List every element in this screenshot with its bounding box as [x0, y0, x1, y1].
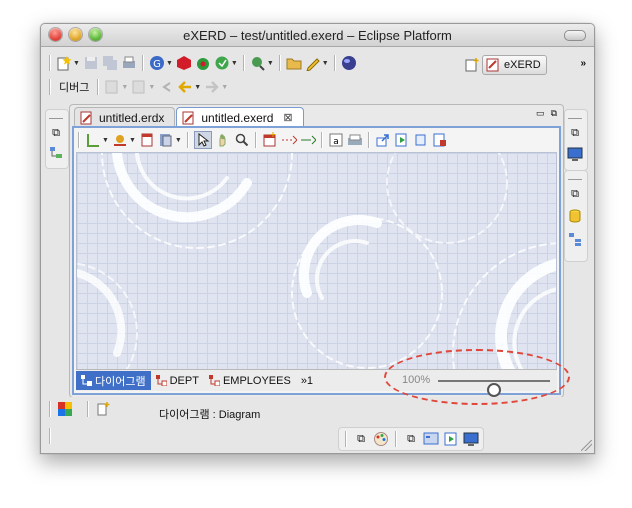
bottom-tab-diagram[interactable]: 다이어그램	[76, 371, 151, 390]
tab-overflow-button[interactable]: »1	[296, 371, 318, 390]
database-icon[interactable]	[567, 208, 583, 224]
svg-text:a: a	[333, 137, 339, 147]
right-trim-stack-top: ⧉	[564, 109, 588, 171]
restore-icon[interactable]: ⧉	[567, 125, 583, 141]
status-message: 다이어그램 : Diagram	[159, 409, 261, 421]
file-edit-icon	[79, 110, 95, 126]
bottom-tab-label: 다이어그램	[95, 375, 146, 388]
back-icon[interactable]	[177, 79, 193, 95]
palette-icon[interactable]	[373, 431, 389, 447]
file-edit-icon	[181, 110, 197, 126]
save-icon[interactable]	[83, 55, 99, 71]
pointer-icon[interactable]	[193, 131, 212, 149]
restore-icon[interactable]: ⧉	[353, 431, 369, 447]
run-view-icon[interactable]	[443, 431, 459, 447]
monitor-icon[interactable]	[463, 431, 479, 447]
tab-label: untitled.exerd	[201, 110, 274, 125]
fast-view-bar: ⧉ ⧉	[338, 427, 484, 451]
bottom-tab-employees[interactable]: EMPLOYEES	[204, 371, 296, 390]
editor-window-controls: ▭ ⧉	[536, 108, 557, 119]
debug-icon[interactable]	[195, 55, 211, 71]
google-icon[interactable]	[57, 401, 73, 417]
perspective-label: eXERD	[504, 59, 541, 71]
zoom-highlight-annotation	[384, 349, 570, 405]
save-all-icon[interactable]	[102, 55, 118, 71]
script-icon[interactable]	[413, 132, 429, 148]
title-bar: eXERD – test/untitled.exerd – Eclipse Pl…	[41, 24, 594, 47]
perspective-bar: eXERD	[464, 55, 547, 75]
pencil-icon[interactable]	[305, 55, 321, 71]
minimize-editor-icon[interactable]: ▭	[536, 108, 545, 119]
restore-icon[interactable]: ⧉	[48, 125, 64, 141]
external-tools-icon[interactable]	[214, 55, 230, 71]
tab-untitled-erdx[interactable]: untitled.erdx	[74, 107, 176, 127]
resize-grip[interactable]	[581, 440, 592, 451]
right-trim-stack-bottom: ⧉	[564, 170, 588, 262]
debug-button[interactable]: 디버그	[56, 79, 92, 95]
globe-icon[interactable]: G	[149, 55, 165, 71]
report-icon[interactable]	[432, 132, 448, 148]
relation-icon[interactable]	[300, 132, 316, 148]
last-edit-icon[interactable]	[158, 79, 174, 95]
bottom-tab-label: DEPT	[169, 374, 199, 387]
folder-icon[interactable]	[286, 55, 302, 71]
main-toolbar: ▼ G ▼ ▼ ▼ ▼	[47, 55, 357, 71]
relation-dashed-icon[interactable]	[281, 132, 297, 148]
tab-untitled-exerd[interactable]: untitled.exerd ⊠	[176, 107, 304, 127]
bottom-tab-dept[interactable]: DEPT	[151, 371, 204, 390]
bottom-tab-label: EMPLOYEES	[222, 374, 291, 387]
toolbar-toggle-button[interactable]	[564, 30, 586, 41]
canvas-background-swirls	[77, 153, 556, 369]
console-view-icon[interactable]	[567, 146, 583, 162]
close-tab-icon[interactable]: ⊠	[283, 111, 292, 124]
table-icon	[208, 375, 220, 386]
hand-icon[interactable]	[215, 132, 231, 148]
table-style-icon[interactable]	[139, 132, 155, 148]
text-icon[interactable]: a	[328, 132, 344, 148]
generate-icon[interactable]	[394, 132, 410, 148]
properties-icon[interactable]	[423, 431, 439, 447]
secondary-toolbar: 디버그 ▼ ▼ ▼ ▼	[47, 79, 228, 95]
sphere-icon[interactable]	[341, 55, 357, 71]
editor-tabs: untitled.erdx untitled.exerd ⊠	[74, 107, 305, 127]
table-icon[interactable]	[262, 132, 278, 148]
status-left-tools	[47, 401, 111, 417]
diagram-canvas[interactable]	[76, 152, 557, 370]
diagram-palette: ▼ ▼ ▼ a	[76, 130, 448, 150]
annotation-icon[interactable]	[104, 79, 120, 95]
zoom-icon[interactable]	[234, 132, 250, 148]
restore-icon[interactable]: ⧉	[403, 431, 419, 447]
color-icon[interactable]	[112, 132, 128, 148]
new-item-icon[interactable]	[95, 401, 111, 417]
export-icon[interactable]	[375, 132, 391, 148]
outline-view-icon[interactable]	[48, 145, 64, 161]
model-outline-icon[interactable]	[567, 231, 583, 247]
status-bar: 다이어그램 : Diagram ⧉ ⧉	[41, 397, 594, 453]
svg-text:G: G	[153, 59, 161, 70]
print-icon[interactable]	[121, 55, 137, 71]
layout-icon[interactable]	[85, 132, 101, 148]
page-icon[interactable]	[158, 132, 174, 148]
run-icon[interactable]	[176, 55, 192, 71]
exerd-perspective-icon	[485, 57, 501, 73]
maximize-editor-icon[interactable]: ⧉	[551, 108, 557, 119]
restore-icon[interactable]: ⧉	[567, 186, 583, 202]
next-annotation-icon[interactable]	[131, 79, 147, 95]
window-title: eXERD – test/untitled.exerd – Eclipse Pl…	[183, 28, 452, 43]
forward-icon[interactable]	[204, 79, 220, 95]
more-toolbar-button[interactable]: »	[580, 58, 586, 69]
tab-label: untitled.erdx	[99, 110, 165, 125]
note-icon[interactable]	[347, 132, 363, 148]
left-trim-stack: ⧉	[45, 109, 69, 169]
diagram-icon	[81, 375, 92, 386]
search-icon[interactable]	[250, 55, 266, 71]
new-icon[interactable]	[56, 55, 72, 71]
perspective-exerd-button[interactable]: eXERD	[482, 55, 547, 75]
open-perspective-icon[interactable]	[464, 57, 480, 73]
table-icon	[155, 375, 167, 386]
